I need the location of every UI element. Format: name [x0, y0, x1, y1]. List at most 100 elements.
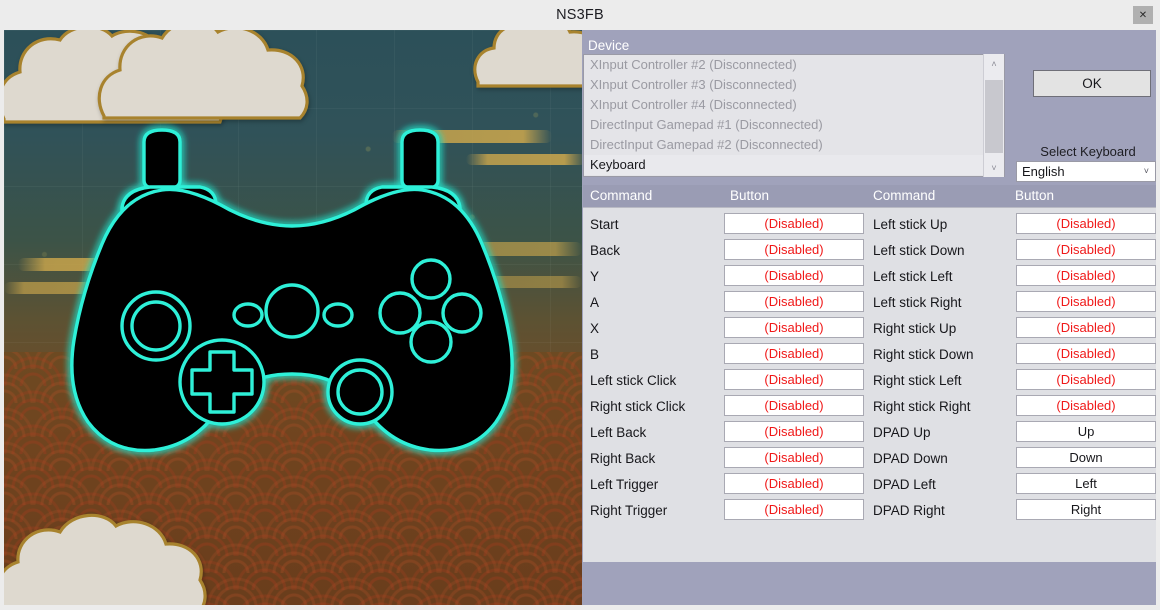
binding-value-left: (Disabled) — [764, 216, 824, 231]
command-label-right: Left stick Down — [873, 243, 965, 258]
command-label-right: Right stick Right — [873, 399, 971, 414]
close-button[interactable]: ✕ — [1133, 6, 1153, 24]
binding-value-right: (Disabled) — [1056, 346, 1116, 361]
command-label-left: X — [590, 321, 600, 336]
ok-button[interactable]: OK — [1033, 70, 1151, 97]
binding-field-left[interactable]: (Disabled) — [724, 213, 864, 234]
table-row: B (Disabled) Right stick Down (Disabled) — [583, 342, 1156, 368]
binding-value-right: (Disabled) — [1056, 372, 1116, 387]
binding-field-right[interactable]: (Disabled) — [1016, 343, 1156, 364]
header-button-left: Button — [730, 188, 770, 203]
command-label-right: Left stick Right — [873, 295, 962, 310]
binding-field-left[interactable]: (Disabled) — [724, 265, 864, 286]
window-content: Device XInput Controller #2 (Disconnecte… — [0, 30, 1160, 610]
binding-field-left[interactable]: (Disabled) — [724, 421, 864, 442]
bindings-table-header: Command Button Command Button — [583, 185, 1156, 207]
scroll-up-icon[interactable]: ˄ — [984, 54, 1004, 73]
binding-field-left[interactable]: (Disabled) — [724, 369, 864, 390]
command-label-left: Right Trigger — [590, 503, 668, 518]
device-group-label: Device — [588, 38, 630, 53]
binding-field-right[interactable]: Up — [1016, 421, 1156, 442]
binding-value-left: (Disabled) — [764, 372, 824, 387]
close-icon: ✕ — [1138, 9, 1148, 21]
binding-value-left: (Disabled) — [764, 294, 824, 309]
gamepad-outline — [70, 128, 514, 453]
binding-value-right: (Disabled) — [1056, 320, 1116, 335]
binding-field-left[interactable]: (Disabled) — [724, 343, 864, 364]
binding-field-right[interactable]: (Disabled) — [1016, 317, 1156, 338]
command-label-right: DPAD Down — [873, 451, 948, 466]
table-row: Left stick Click (Disabled) Right stick Le… — [583, 368, 1156, 394]
device-list-item[interactable]: DirectInput Gamepad #1 (Disconnected) — [584, 115, 1004, 135]
keyboard-layout-select[interactable]: English ˅ — [1016, 161, 1156, 182]
command-label-left: Right stick Click — [590, 399, 686, 414]
artwork-background — [4, 30, 582, 605]
binding-value-right: (Disabled) — [1056, 398, 1116, 413]
table-row: Left Back (Disabled) DPAD Up Up — [583, 420, 1156, 446]
table-row: Back (Disabled) Left stick Down (Disabled) — [583, 238, 1156, 264]
command-label-left: B — [590, 347, 600, 362]
binding-value-left: (Disabled) — [764, 398, 824, 413]
binding-value-right: (Disabled) — [1056, 242, 1116, 257]
binding-field-left[interactable]: (Disabled) — [724, 291, 864, 312]
header-button-right: Button — [1015, 188, 1055, 203]
binding-value-left: (Disabled) — [764, 242, 824, 257]
binding-field-right[interactable]: (Disabled) — [1016, 213, 1156, 234]
binding-field-left[interactable]: (Disabled) — [724, 239, 864, 260]
binding-field-left[interactable]: (Disabled) — [724, 473, 864, 494]
table-row: Right stick Click (Disabled) Right stick R… — [583, 394, 1156, 420]
device-list-item[interactable]: Keyboard — [584, 155, 1004, 175]
binding-field-right[interactable]: Down — [1016, 447, 1156, 468]
table-row: X (Disabled) Right stick Up (Disabled) — [583, 316, 1156, 342]
binding-field-left[interactable]: (Disabled) — [724, 499, 864, 520]
binding-value-right: Down — [1069, 450, 1103, 465]
binding-field-left[interactable]: (Disabled) — [724, 447, 864, 468]
device-list-item[interactable]: XInput Controller #2 (Disconnected) — [584, 55, 1004, 75]
binding-field-right[interactable]: Right — [1016, 499, 1156, 520]
command-label-left: Right Back — [590, 451, 656, 466]
settings-panel: Device XInput Controller #2 (Disconnecte… — [582, 30, 1156, 605]
window-title: NS3FB — [556, 7, 604, 23]
command-label-left: Left Back — [590, 425, 647, 440]
header-command-right: Command — [873, 188, 936, 203]
table-row: Right Back (Disabled) DPAD Down Down — [583, 446, 1156, 472]
keyboard-layout-value: English — [1022, 164, 1065, 179]
binding-value-right: Up — [1077, 424, 1095, 439]
command-label-right: Right stick Up — [873, 321, 957, 336]
binding-value-left: (Disabled) — [764, 424, 824, 439]
binding-field-right[interactable]: (Disabled) — [1016, 369, 1156, 390]
binding-value-right: Left — [1075, 476, 1097, 491]
binding-field-right[interactable]: (Disabled) — [1016, 291, 1156, 312]
command-label-right: DPAD Up — [873, 425, 931, 440]
binding-field-right[interactable]: (Disabled) — [1016, 239, 1156, 260]
command-label-left: Left stick Click — [590, 373, 677, 388]
table-row: Right Trigger (Disabled) DPAD Right Right — [583, 498, 1156, 524]
binding-field-right[interactable]: (Disabled) — [1016, 265, 1156, 286]
chevron-down-icon: ˅ — [1143, 166, 1149, 176]
binding-field-left[interactable]: (Disabled) — [724, 317, 864, 338]
command-label-left: Back — [590, 243, 621, 258]
binding-field-right[interactable]: (Disabled) — [1016, 395, 1156, 416]
device-list-item[interactable]: DirectInput Gamepad #2 (Disconnected) — [584, 135, 1004, 155]
binding-field-right[interactable]: Left — [1016, 473, 1156, 494]
device-list-item[interactable]: XInput Controller #4 (Disconnected) — [584, 95, 1004, 115]
ns3fb-window: NS3FB ✕ Device XInput Controller #2 (Dis… — [0, 0, 1160, 610]
scroll-down-icon[interactable]: ˅ — [984, 158, 1004, 177]
command-label-left: Left Trigger — [590, 477, 659, 492]
binding-value-left: (Disabled) — [764, 268, 824, 283]
device-list[interactable]: XInput Controller #2 (Disconnected) XInpu… — [583, 54, 1005, 177]
device-list-item[interactable]: XInput Controller #3 (Disconnected) — [584, 75, 1004, 95]
command-label-left: A — [590, 295, 600, 310]
binding-value-right: (Disabled) — [1056, 268, 1116, 283]
command-label-left: Start — [590, 217, 619, 232]
device-list-scrollbar[interactable]: ˄ ˅ — [983, 54, 1004, 177]
ok-button-label: OK — [1082, 76, 1102, 91]
binding-value-left: (Disabled) — [764, 346, 824, 361]
binding-field-left[interactable]: (Disabled) — [724, 395, 864, 416]
title-bar: NS3FB ✕ — [0, 0, 1160, 30]
header-command-left: Command — [590, 188, 653, 203]
command-label-right: Left stick Up — [873, 217, 948, 232]
binding-value-right: (Disabled) — [1056, 294, 1116, 309]
scrollbar-thumb[interactable] — [985, 80, 1003, 153]
binding-value-left: (Disabled) — [764, 320, 824, 335]
